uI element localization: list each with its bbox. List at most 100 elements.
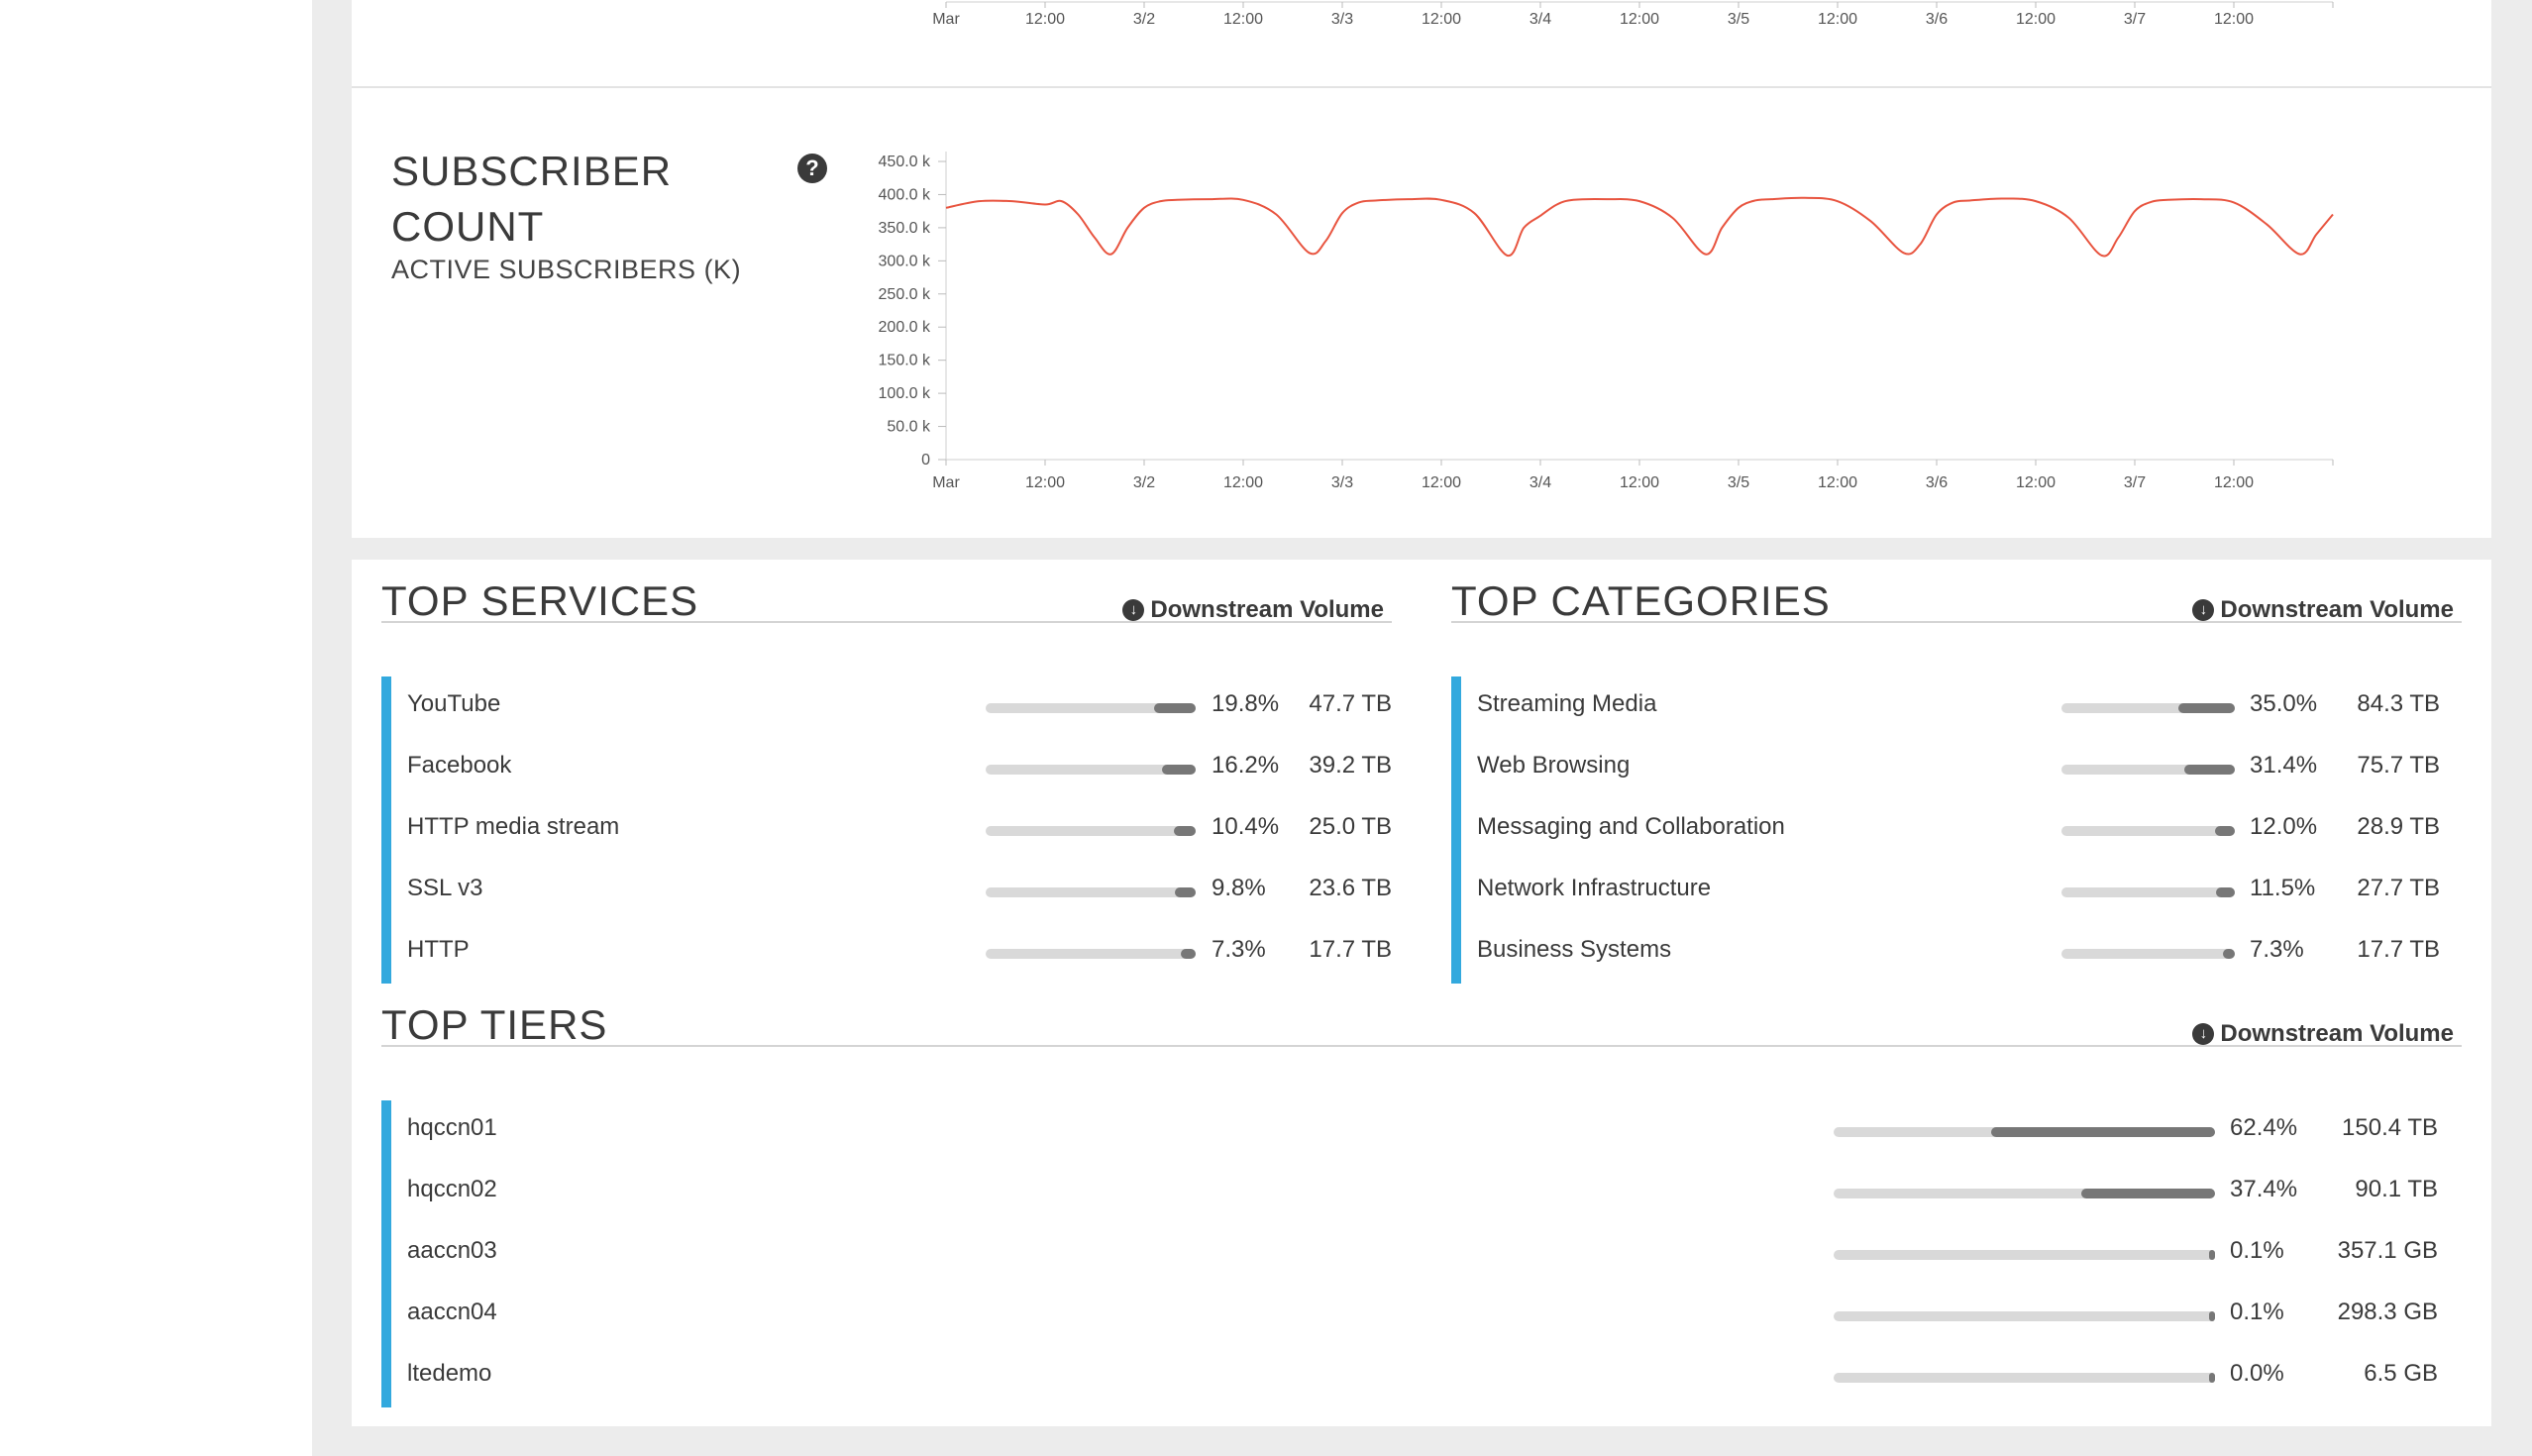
service-row[interactable]: SSL v3 9.8% 23.6 TB bbox=[391, 861, 1392, 922]
service-percent: 19.8% bbox=[1212, 690, 1280, 717]
service-share-fill bbox=[1154, 703, 1196, 713]
service-row[interactable]: HTTP 7.3% 17.7 TB bbox=[391, 922, 1392, 984]
category-name: Messaging and Collaboration bbox=[1477, 813, 1785, 840]
category-row[interactable]: Streaming Media 35.0% 84.3 TB bbox=[1461, 676, 2462, 738]
category-share-bar bbox=[2061, 826, 2235, 836]
tier-volume: 6.5 GB bbox=[2364, 1360, 2438, 1387]
x-tick-label: Mar bbox=[932, 474, 960, 491]
category-row[interactable]: Messaging and Collaboration 12.0% 28.9 TB bbox=[1461, 799, 2462, 861]
previous-chart-panel: Mar 12:00 3/2 12:00 3/3 12:00 3/4 12:00 3/5 12:00… bbox=[352, 0, 2491, 88]
category-volume: 17.7 TB bbox=[2357, 936, 2440, 963]
x-tick-label: 3/6 bbox=[1926, 474, 1948, 491]
tier-percent: 37.4% bbox=[2230, 1176, 2298, 1202]
y-tick-label: 50.0 k bbox=[887, 419, 931, 436]
category-row[interactable]: Web Browsing 31.4% 75.7 TB bbox=[1461, 738, 2462, 799]
tier-row[interactable]: aaccn04 0.1% 298.3 GB bbox=[391, 1285, 2462, 1346]
x-tick-label: 12:00 bbox=[1422, 11, 1461, 28]
service-share-bar bbox=[986, 703, 1196, 713]
x-tick-label: 12:00 bbox=[1620, 474, 1659, 491]
top-services-header: TOP SERVICES ↓ Downstream Volume bbox=[381, 560, 1392, 624]
category-share-bar bbox=[2061, 765, 2235, 775]
tier-volume: 90.1 TB bbox=[2355, 1176, 2438, 1202]
x-tick-label: 12:00 bbox=[2214, 11, 2254, 28]
x-tick-label: 12:00 bbox=[2214, 474, 2254, 491]
top-tiers-header: TOP TIERS ↓ Downstream Volume bbox=[381, 984, 2462, 1048]
y-tick-label: 200.0 k bbox=[879, 319, 931, 336]
tier-share-bar bbox=[1834, 1311, 2215, 1321]
x-tick-label: 3/3 bbox=[1331, 11, 1353, 28]
service-name: YouTube bbox=[407, 690, 501, 717]
x-tick-label: 12:00 bbox=[2016, 474, 2056, 491]
category-percent: 11.5% bbox=[2250, 875, 2316, 901]
service-row[interactable]: Facebook 16.2% 39.2 TB bbox=[391, 738, 1392, 799]
tier-name: aaccn04 bbox=[407, 1299, 497, 1325]
category-name: Business Systems bbox=[1477, 936, 1672, 963]
category-row[interactable]: Network Infrastructure 11.5% 27.7 TB bbox=[1461, 861, 2462, 922]
subscriber-count-subtitle: ACTIVE SUBSCRIBERS (K) bbox=[391, 255, 742, 284]
subscriber-count-line bbox=[945, 196, 2334, 258]
top-tiers-sort[interactable]: ↓ Downstream Volume bbox=[2192, 1020, 2454, 1048]
x-tick-label: 12:00 bbox=[1025, 474, 1065, 491]
y-tick-label: 350.0 k bbox=[879, 220, 931, 237]
subscriber-count-title: SUBSCRIBER COUNT bbox=[391, 148, 673, 250]
top-services-sort-label: Downstream Volume bbox=[1150, 596, 1384, 623]
tier-row[interactable]: hqccn02 37.4% 90.1 TB bbox=[391, 1162, 2462, 1223]
top-categories-title: TOP CATEGORIES bbox=[1451, 577, 1831, 624]
service-row[interactable]: HTTP media stream 10.4% 25.0 TB bbox=[391, 799, 1392, 861]
x-tick-label: 3/7 bbox=[2124, 11, 2146, 28]
service-row[interactable]: YouTube 19.8% 47.7 TB bbox=[391, 676, 1392, 738]
category-percent: 31.4% bbox=[2250, 752, 2318, 779]
tier-volume: 150.4 TB bbox=[2342, 1114, 2438, 1141]
tier-row[interactable]: ltedemo 0.0% 6.5 GB bbox=[391, 1346, 2462, 1407]
x-tick-label: 3/2 bbox=[1133, 474, 1155, 491]
x-tick-label: 3/5 bbox=[1728, 11, 1749, 28]
service-name: HTTP bbox=[407, 936, 470, 963]
tier-name: aaccn03 bbox=[407, 1237, 497, 1264]
tier-share-bar bbox=[1834, 1127, 2215, 1137]
x-tick-label: 12:00 bbox=[1422, 474, 1461, 491]
service-volume: 25.0 TB bbox=[1309, 813, 1392, 840]
question-circle-icon[interactable]: ? bbox=[797, 154, 827, 183]
service-percent: 7.3% bbox=[1212, 936, 1266, 963]
service-share-bar bbox=[986, 765, 1196, 775]
subscriber-count-panel: SUBSCRIBER COUNT ACTIVE SUBSCRIBERS (K) … bbox=[352, 88, 2491, 538]
tier-share-bar bbox=[1834, 1373, 2215, 1383]
tier-row[interactable]: aaccn03 0.1% 357.1 GB bbox=[391, 1223, 2462, 1285]
top-categories-sort[interactable]: ↓ Downstream Volume bbox=[2192, 596, 2454, 624]
category-percent: 35.0% bbox=[2250, 690, 2318, 717]
y-tick-label: 250.0 k bbox=[879, 286, 931, 303]
x-tick-label: 12:00 bbox=[2016, 11, 2056, 28]
x-tick-label: 3/6 bbox=[1926, 11, 1948, 28]
category-name: Network Infrastructure bbox=[1477, 875, 1712, 901]
top-categories-header: TOP CATEGORIES ↓ Downstream Volume bbox=[1451, 560, 2462, 624]
category-share-bar bbox=[2061, 949, 2235, 959]
service-volume: 39.2 TB bbox=[1309, 752, 1392, 779]
service-volume: 47.7 TB bbox=[1309, 690, 1392, 717]
x-tick-label: 3/7 bbox=[2124, 474, 2146, 491]
service-volume: 17.7 TB bbox=[1309, 936, 1392, 963]
top-lists-panel: TOP SERVICES ↓ Downstream Volume YouTube… bbox=[352, 560, 2491, 1426]
category-share-bar bbox=[2061, 887, 2235, 897]
tier-percent: 0.0% bbox=[2230, 1360, 2284, 1387]
category-volume: 27.7 TB bbox=[2357, 875, 2440, 901]
y-tick-label: 100.0 k bbox=[879, 385, 931, 402]
y-tick-label: 400.0 k bbox=[879, 186, 931, 203]
left-sidebar bbox=[0, 0, 312, 1456]
x-tick-label: 3/4 bbox=[1530, 474, 1551, 491]
tier-row[interactable]: hqccn01 62.4% 150.4 TB bbox=[391, 1100, 2462, 1162]
top-tiers-title: TOP TIERS bbox=[381, 1001, 608, 1048]
category-row[interactable]: Business Systems 7.3% 17.7 TB bbox=[1461, 922, 2462, 984]
tier-name: hqccn01 bbox=[407, 1114, 497, 1141]
category-share-fill bbox=[2216, 887, 2235, 897]
arrow-down-circle-icon: ↓ bbox=[1122, 599, 1145, 621]
service-share-bar bbox=[986, 826, 1196, 836]
arrow-down-circle-icon: ↓ bbox=[2192, 1023, 2215, 1045]
service-share-bar bbox=[986, 949, 1196, 959]
tier-percent: 62.4% bbox=[2230, 1114, 2298, 1141]
tier-share-bar bbox=[1834, 1189, 2215, 1198]
category-share-fill bbox=[2183, 765, 2235, 775]
top-services-sort[interactable]: ↓ Downstream Volume bbox=[1122, 596, 1384, 624]
y-tick-label: 450.0 k bbox=[879, 154, 931, 170]
service-share-fill bbox=[1175, 887, 1196, 897]
category-percent: 12.0% bbox=[2250, 813, 2318, 840]
